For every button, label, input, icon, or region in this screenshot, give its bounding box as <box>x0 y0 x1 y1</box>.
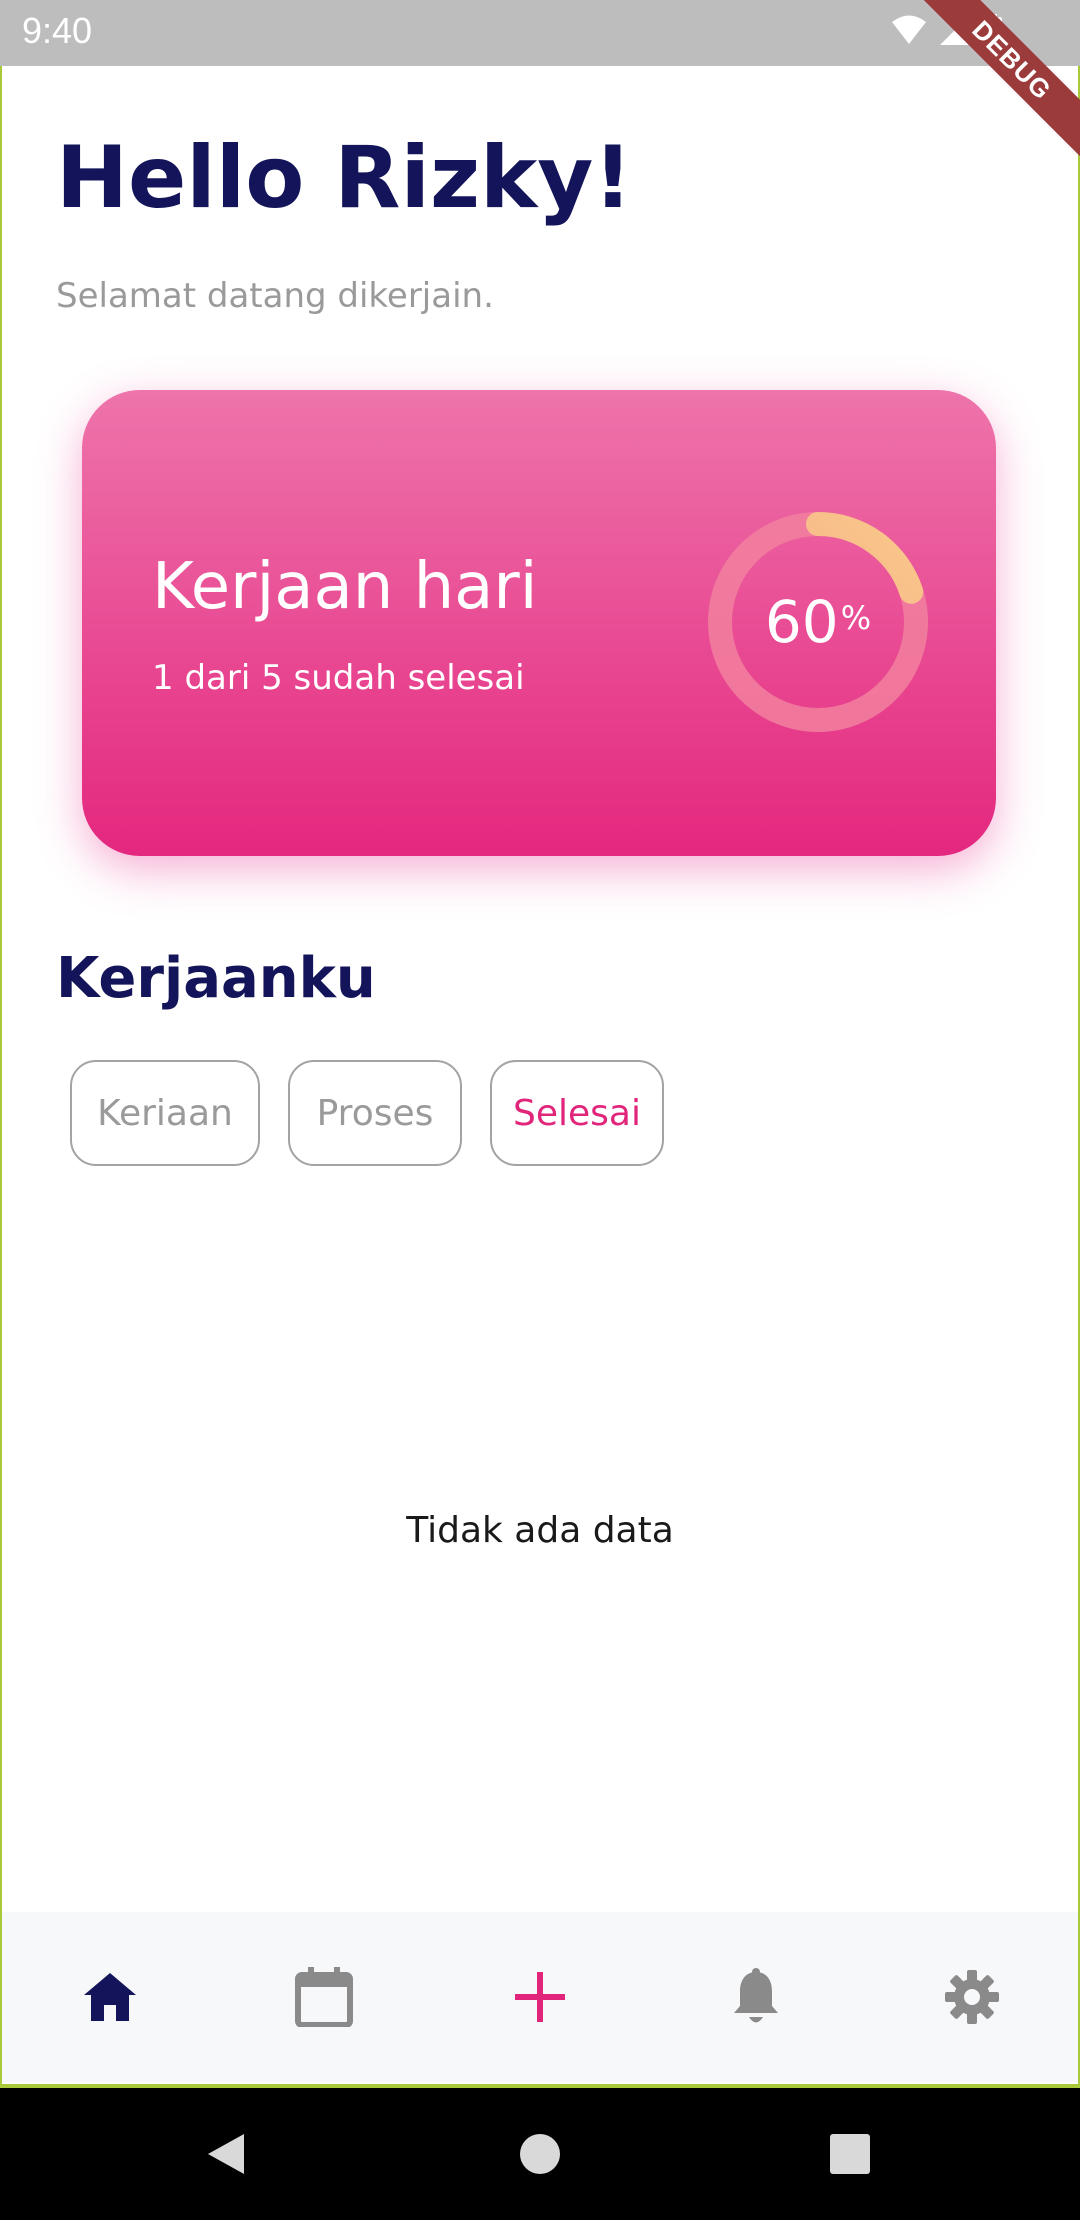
system-back-button[interactable] <box>166 2088 286 2220</box>
debug-ribbon: DEBUG <box>920 0 1080 160</box>
progress-number: 60 <box>764 588 839 656</box>
bell-icon <box>734 1968 778 2023</box>
system-recents-button[interactable] <box>790 2088 910 2220</box>
nav-calendar[interactable] <box>264 1912 384 2082</box>
system-nav-bar <box>0 2088 1080 2220</box>
back-icon <box>208 2134 244 2174</box>
home-icon <box>84 1973 136 2021</box>
gear-icon <box>945 1970 999 2024</box>
progress-value: 60 % <box>708 512 928 732</box>
greeting-subtitle: Selamat datang dikerjain. <box>56 276 494 316</box>
chip-selesai[interactable]: Selesai <box>490 1060 664 1166</box>
home-circle-icon <box>520 2134 560 2174</box>
section-title: Kerjaanku <box>56 946 376 1011</box>
empty-state-text: Tidak ada data <box>406 1510 674 1551</box>
status-time: 9:40 <box>22 10 93 51</box>
system-home-button[interactable] <box>480 2088 600 2220</box>
progress-unit: % <box>840 599 872 637</box>
calendar-icon <box>295 1967 353 2027</box>
nav-add[interactable] <box>480 1912 600 2082</box>
chip-proses[interactable]: Proses <box>288 1060 462 1166</box>
nav-notifications[interactable] <box>696 1912 816 2082</box>
card-subtitle: 1 dari 5 sudah selesai <box>152 658 525 698</box>
bottom-nav <box>2 1912 1078 2082</box>
status-bar: 9:40 DEBUG <box>0 0 1080 160</box>
card-title: Kerjaan hari <box>152 550 538 624</box>
greeting-title: Hello Rizky! <box>56 128 633 228</box>
nav-home[interactable] <box>50 1912 170 2082</box>
add-icon <box>515 1972 565 2022</box>
recents-icon <box>830 2134 870 2174</box>
today-summary-card[interactable]: Kerjaan hari 1 dari 5 sudah selesai 60 % <box>82 390 996 856</box>
nav-settings[interactable] <box>912 1912 1032 2082</box>
filter-chips: Keriaan Proses Selesai <box>70 1060 664 1166</box>
debug-ribbon-clip: DEBUG <box>920 0 1080 160</box>
chip-keriaan[interactable]: Keriaan <box>70 1060 260 1166</box>
